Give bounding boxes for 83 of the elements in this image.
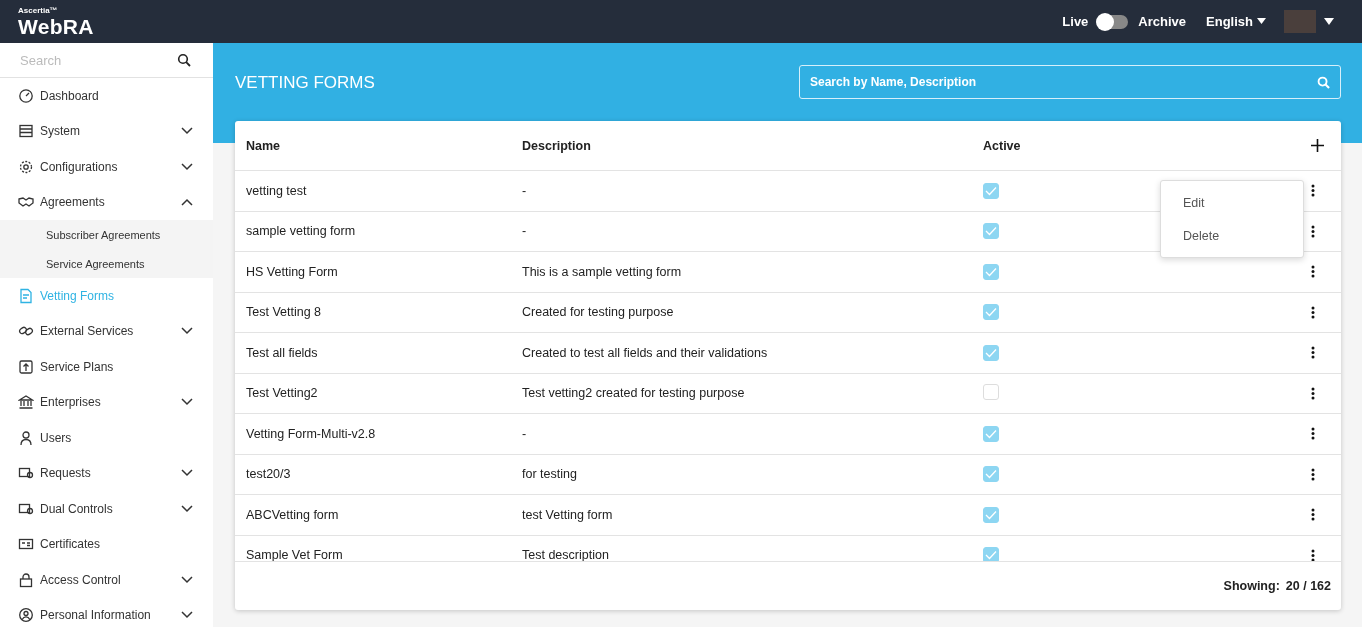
- user-icon: [18, 429, 34, 446]
- search-field[interactable]: Search by Name, Description: [799, 65, 1341, 99]
- table-cell-text: Test all fields: [246, 345, 319, 360]
- table-cell-text: Created for testing purpose: [522, 305, 675, 320]
- nav-item[interactable]: External Services: [0, 313, 213, 349]
- checkbox[interactable]: [983, 223, 999, 240]
- lock-icon: [18, 571, 34, 588]
- table-cell-text: Sample Vet Form: [246, 548, 344, 561]
- checkbox[interactable]: [983, 182, 999, 199]
- nav-item[interactable]: Users: [0, 420, 213, 456]
- more-icon[interactable]: [1311, 467, 1315, 481]
- nav-item[interactable]: Configurations: [0, 149, 213, 185]
- more-icon[interactable]: [1311, 265, 1315, 279]
- gauge-icon: [18, 87, 34, 104]
- gear-icon: [18, 158, 34, 175]
- table-cell-text: Created to test all fields and their validations: [522, 345, 769, 360]
- more-icon[interactable]: [1311, 386, 1315, 400]
- add-icon[interactable]: [1311, 139, 1324, 152]
- server-icon: [18, 123, 34, 140]
- document-icon: [18, 287, 34, 304]
- nav-item[interactable]: Requests: [0, 455, 213, 491]
- caret-icon: [1257, 18, 1266, 25]
- mode-label: Archive: [1138, 14, 1187, 29]
- checkbox[interactable]: [983, 506, 999, 523]
- search-icon: [1317, 76, 1330, 89]
- column-header: Name: [246, 138, 282, 153]
- more-icon[interactable]: [1311, 508, 1315, 522]
- table-cell-text: Test description: [522, 548, 610, 561]
- more-icon[interactable]: [1311, 548, 1315, 561]
- table-cell-text: Test vetting2 created for testing purpose: [522, 386, 746, 401]
- more-icon[interactable]: [1311, 184, 1315, 198]
- menu-item[interactable]: Delete: [1161, 219, 1303, 253]
- more-icon[interactable]: [1311, 346, 1315, 360]
- checkbox[interactable]: [983, 425, 999, 442]
- nav-item[interactable]: Agreements: [0, 184, 213, 220]
- table-cell-text: Test Vetting2: [246, 386, 319, 401]
- checkbox[interactable]: [983, 304, 999, 321]
- nav-item[interactable]: Access Control: [0, 562, 213, 598]
- nav-item[interactable]: Enterprises: [0, 384, 213, 420]
- language-dropdown[interactable]: English: [1206, 14, 1266, 29]
- caret-icon[interactable]: [1324, 17, 1334, 26]
- column-header: Description: [522, 138, 592, 153]
- table-cell-text: test Vetting form: [522, 507, 614, 522]
- nav-item[interactable]: System: [0, 113, 213, 149]
- checkbox[interactable]: [983, 344, 999, 361]
- search-icon: [177, 53, 191, 67]
- checkbox[interactable]: [983, 263, 999, 280]
- nav-item[interactable]: Service Plans: [0, 349, 213, 385]
- nav-subitem[interactable]: Service Agreements: [0, 249, 213, 278]
- table-cell-text: This is a sample vetting form: [522, 264, 683, 279]
- table-cell-text: for testing: [522, 467, 578, 482]
- checkbox[interactable]: [983, 466, 999, 483]
- table-cell-text: HS Vetting Form: [246, 264, 339, 279]
- more-icon[interactable]: [1311, 224, 1315, 238]
- table-cell-text: -: [522, 183, 528, 198]
- showing-count: 20 / 162: [1285, 579, 1331, 593]
- table-cell-text: ABCVetting form: [246, 507, 340, 522]
- nav-item[interactable]: Certificates: [0, 526, 213, 562]
- upload-icon: [18, 358, 34, 375]
- mode-label: Live: [1062, 14, 1089, 29]
- table-cell-text: Test Vetting 8: [246, 305, 323, 320]
- table-cell-text: sample vetting form: [246, 224, 357, 239]
- more-icon[interactable]: [1311, 305, 1315, 319]
- showing-label: Showing:: [1223, 579, 1280, 593]
- menu-item[interactable]: Edit: [1161, 186, 1303, 220]
- checkbox[interactable]: [983, 547, 999, 561]
- table-cell-text: -: [522, 426, 528, 441]
- nav-item[interactable]: Dashboard: [0, 78, 213, 114]
- page-title: VETTING FORMS: [235, 73, 375, 93]
- nav-item[interactable]: Dual Controls: [0, 491, 213, 527]
- nav-subitem[interactable]: Subscriber Agreements: [0, 220, 213, 249]
- table-cell-text: Vetting Form-Multi-v2.8: [246, 426, 377, 441]
- table-cell-text: test20/3: [246, 467, 292, 482]
- bank-icon: [18, 394, 34, 411]
- more-icon[interactable]: [1311, 427, 1315, 441]
- column-header: Active: [983, 138, 1022, 153]
- user-circle-icon: [18, 607, 34, 624]
- table-cell-text: vetting test: [246, 183, 308, 198]
- brand-logo: Ascertia™ WebRA: [18, 6, 94, 37]
- nav-item[interactable]: Personal Information: [0, 597, 213, 627]
- table-cell-text: -: [522, 224, 528, 239]
- mode-toggle[interactable]: [1098, 14, 1129, 29]
- checkbox[interactable]: [983, 383, 999, 400]
